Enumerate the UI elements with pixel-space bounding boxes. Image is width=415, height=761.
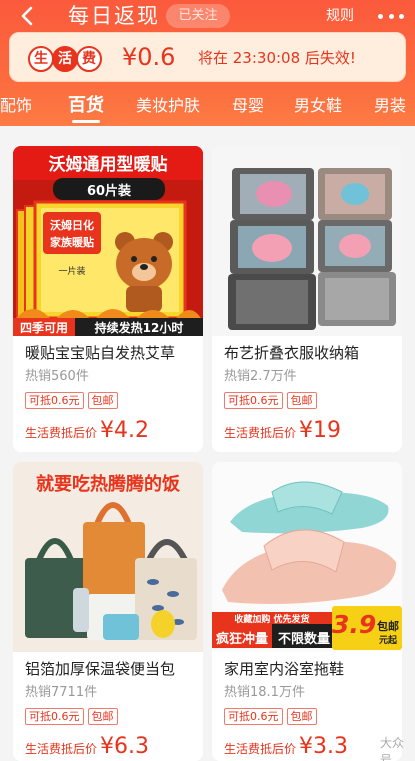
image-pack-small: 一片装 (58, 267, 86, 277)
price-value: ¥19 (299, 418, 342, 443)
product-tags: 可抵0.6元 包邮 (224, 708, 317, 725)
discount-tag: 可抵0.6元 (25, 708, 84, 725)
product-sales: 热销560件 (25, 369, 89, 384)
product-sales: 热销2.7万件 (224, 369, 297, 384)
product-image[interactable] (212, 146, 402, 336)
badge-char: 生 (28, 45, 54, 72)
free-shipping-tag: 包邮 (87, 392, 118, 409)
free-shipping-tag: 包邮 (87, 708, 118, 725)
product-sales: 热销7711件 (25, 685, 98, 700)
price-value: ¥6.3 (100, 734, 149, 759)
image-promo-mid: 不限数量 (277, 632, 330, 647)
tab-general-goods[interactable]: 百货 (68, 92, 104, 120)
tab-accessories[interactable]: 配饰 (0, 92, 32, 120)
tab-menswear[interactable]: 男装 (374, 92, 406, 120)
badge-char: 活 (52, 45, 78, 72)
price-label: 生活费抵后价 (25, 742, 98, 756)
product-card[interactable]: 布艺折叠衣服收纳箱 热销2.7万件 可抵0.6元 包邮 生活费抵后价 ¥19 (212, 146, 402, 452)
price-label: 生活费抵后价 (25, 426, 98, 440)
product-name[interactable]: 布艺折叠衣服收纳箱 (224, 343, 396, 363)
chevron-left-icon (21, 6, 33, 26)
image-promo-price: 3.9 (332, 610, 377, 639)
product-image[interactable]: 就要吃热腾腾的饭 (13, 462, 203, 652)
product-image[interactable]: 沃姆通用型暖贴 60片装 沃姆日化 家族暖贴 一片装 四季可用 持续发热12小时 (13, 146, 203, 336)
image-pack-line: 家族暖贴 (50, 236, 94, 249)
coupon-amount: ¥0.6 (122, 43, 176, 71)
product-name[interactable]: 暖贴宝宝贴自发热艾草 (25, 343, 197, 363)
image-headline: 沃姆通用型暖贴 (48, 155, 168, 175)
image-promo-unit-1: 包邮 (377, 620, 399, 633)
tab-beauty[interactable]: 美妆护肤 (136, 92, 200, 120)
rules-link[interactable]: 规则 (326, 7, 354, 25)
category-tabs: 配饰 百货 美妆护肤 母婴 男女鞋 男装 (0, 92, 415, 124)
product-card[interactable]: 收藏加购 优先发货 疯狂冲量 不限数量 3.9 包邮 元起 家用室内浴室拖鞋 热… (212, 462, 402, 761)
image-promo-unit-2: 元起 (378, 636, 397, 646)
living-fund-badge: 生 活 费 (28, 45, 116, 72)
product-price: 生活费抵后价 ¥6.3 (25, 734, 149, 760)
product-name[interactable]: 家用室内浴室拖鞋 (224, 659, 396, 679)
free-shipping-tag: 包邮 (286, 392, 317, 409)
discount-tag: 可抵0.6元 (25, 392, 84, 409)
free-shipping-tag: 包邮 (286, 708, 317, 725)
image-promo-top: 收藏加购 优先发货 (234, 615, 310, 625)
product-price: 生活费抵后价 ¥19 (224, 418, 341, 444)
product-tags: 可抵0.6元 包邮 (25, 392, 118, 409)
discount-tag: 可抵0.6元 (224, 392, 283, 409)
coupon-banner[interactable]: 生 活 费 ¥0.6 将在 23:30:08 后失效! (9, 32, 406, 82)
product-tags: 可抵0.6元 包邮 (224, 392, 317, 409)
image-pack-brand: 沃姆日化 (50, 219, 94, 232)
price-label: 生活费抵后价 (224, 426, 297, 440)
page-title: 每日返现 (68, 4, 160, 28)
image-subline: 60片装 (86, 184, 132, 199)
price-value: ¥4.2 (100, 418, 149, 443)
coupon-expiry-text: 将在 23:30:08 后失效! (198, 49, 356, 67)
product-tags: 可抵0.6元 包邮 (25, 708, 118, 725)
top-bar: 每日返现 已关注 规则 (0, 0, 415, 32)
image-bottom-right: 持续发热12小时 (94, 321, 184, 335)
back-button[interactable] (14, 4, 40, 28)
image-promo-left: 疯狂冲量 (215, 632, 268, 647)
more-dots-icon (378, 13, 383, 19)
product-card[interactable]: 沃姆通用型暖贴 60片装 沃姆日化 家族暖贴 一片装 四季可用 持续发热12小时… (13, 146, 203, 452)
product-price: 生活费抵后价 ¥3.3 (224, 734, 348, 760)
product-price: 生活费抵后价 ¥4.2 (25, 418, 149, 444)
product-card[interactable]: 就要吃热腾腾的饭 铝箔加厚保温袋便当包 热销7711件 可抵0.6元 包邮 生活… (13, 462, 203, 761)
product-image[interactable]: 收藏加购 优先发货 疯狂冲量 不限数量 3.9 包邮 元起 (212, 462, 402, 652)
watermark: 大众号 (380, 736, 405, 761)
active-tab-indicator (72, 120, 100, 123)
tab-shoes[interactable]: 男女鞋 (294, 92, 342, 120)
image-bottom-left: 四季可用 (19, 321, 68, 335)
badge-char: 费 (76, 45, 102, 72)
follow-button[interactable]: 已关注 (166, 4, 230, 28)
header: 每日返现 已关注 规则 生 活 费 ¥0.6 将在 23:30:08 后失效! … (0, 0, 415, 126)
discount-tag: 可抵0.6元 (224, 708, 283, 725)
price-label: 生活费抵后价 (224, 742, 297, 756)
image-headline: 就要吃热腾腾的饭 (36, 474, 180, 495)
tab-mother-baby[interactable]: 母婴 (232, 92, 264, 120)
product-name[interactable]: 铝箔加厚保温袋便当包 (25, 659, 197, 679)
more-button[interactable] (378, 8, 404, 24)
product-sales: 热销18.1万件 (224, 685, 305, 700)
price-value: ¥3.3 (299, 734, 348, 759)
